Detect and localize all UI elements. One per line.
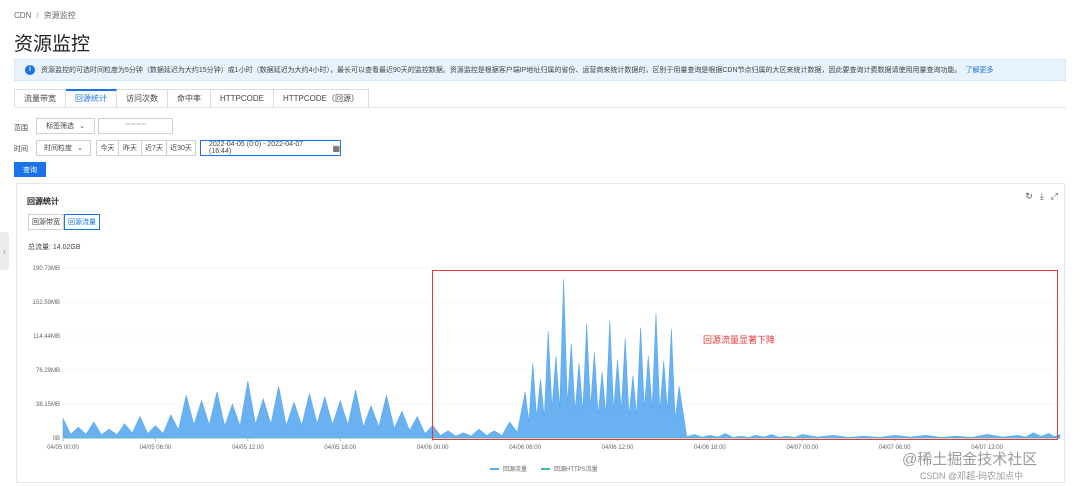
x-tick-label: 04/07 00:00 — [786, 445, 818, 451]
annotation-text: 回源流量显著下降 — [703, 335, 776, 345]
y-tick-label: 0B — [53, 436, 60, 442]
legend-swatch-origin — [490, 467, 499, 470]
chevron-left-icon: ‹ — [3, 246, 6, 256]
highlight-box — [432, 270, 1058, 440]
x-tick-label: 04/05 18:00 — [324, 445, 356, 451]
y-tick-label: 114.44MB — [33, 334, 60, 340]
collapse-handle[interactable]: ‹ — [0, 232, 9, 270]
y-tick-label: 190.73MB — [33, 266, 60, 272]
x-tick-label: 04/05 00:00 — [47, 445, 79, 451]
y-tick-label: 38.15MB — [36, 402, 60, 408]
x-tick-label: 04/06 06:00 — [509, 445, 541, 451]
x-tick-label: 04/06 18:00 — [694, 445, 726, 451]
legend: 回源流量 回源HTTPS流量 — [490, 464, 598, 473]
legend-origin-https-traffic[interactable]: 回源HTTPS流量 — [554, 464, 598, 473]
x-tick-label: 04/05 06:00 — [140, 445, 172, 451]
watermark-juejin: @稀土掘金技术社区 — [902, 451, 1038, 468]
x-tick-label: 04/06 12:00 — [602, 445, 634, 451]
y-tick-label: 76.29MB — [36, 368, 60, 374]
legend-swatch-https — [541, 467, 551, 470]
x-tick-label: 04/05 12:00 — [232, 445, 264, 451]
watermark-csdn: CSDN @邓超-码农加点中 — [920, 471, 1024, 481]
y-tick-label: 152.59MB — [33, 300, 60, 306]
x-tick-label: 04/06 00:00 — [417, 445, 449, 451]
legend-origin-traffic[interactable]: 回源流量 — [503, 464, 527, 473]
